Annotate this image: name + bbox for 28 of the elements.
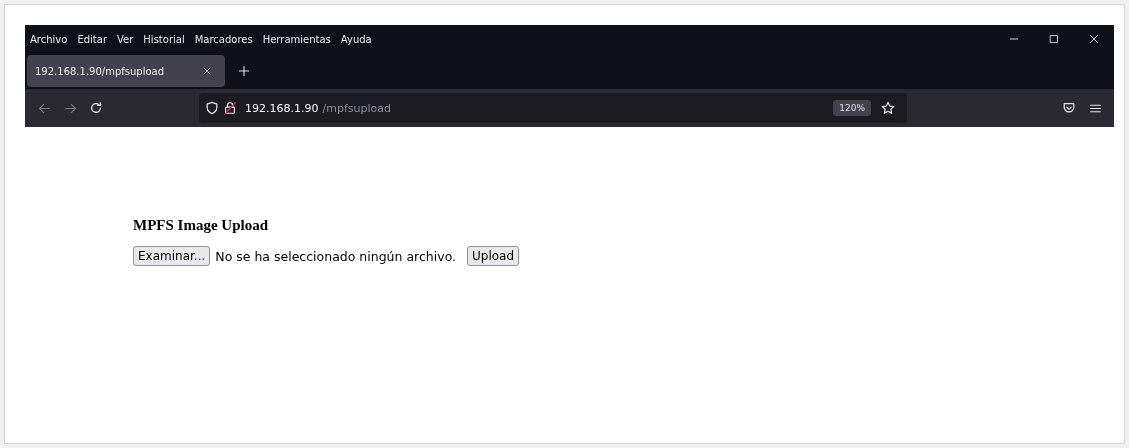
star-icon: [881, 101, 895, 115]
browser-tab[interactable]: 192.168.1.90/mpfsupload: [27, 55, 225, 87]
forward-arrow-icon: [63, 101, 77, 115]
address-bar[interactable]: 192.168.1.90 /mpfsupload 120%: [199, 93, 907, 123]
menu-item[interactable]: Ver: [117, 33, 134, 45]
menu-item[interactable]: Archivo: [30, 33, 68, 45]
url-host: 192.168.1.90: [245, 101, 319, 115]
url-path: /mpfsupload: [322, 101, 391, 115]
menu-item[interactable]: Marcadores: [194, 33, 253, 45]
file-status: No se ha seleccionado ningún archivo.: [215, 248, 457, 264]
lock-icon: [223, 101, 237, 115]
maximize-icon: [1049, 34, 1059, 44]
plus-icon: [238, 65, 250, 77]
close-icon: [1089, 34, 1099, 44]
upload-button[interactable]: Upload: [467, 246, 520, 266]
menu-item[interactable]: Ayuda: [340, 33, 372, 45]
browse-button[interactable]: Examinar...: [133, 246, 211, 266]
back-arrow-icon: [37, 101, 51, 115]
close-icon: [203, 67, 211, 75]
tab-title: 192.168.1.90/mpfsupload: [35, 65, 165, 77]
menu-item[interactable]: Herramientas: [262, 33, 331, 45]
menu-item[interactable]: Editar: [77, 33, 107, 45]
shield-icon: [205, 101, 219, 115]
page-heading: MPFS Image Upload: [133, 217, 268, 234]
zoom-button[interactable]: 120%: [833, 100, 871, 116]
pocket-icon: [1062, 101, 1076, 115]
menu-item[interactable]: Historial: [143, 33, 185, 45]
reload-icon: [89, 101, 103, 115]
